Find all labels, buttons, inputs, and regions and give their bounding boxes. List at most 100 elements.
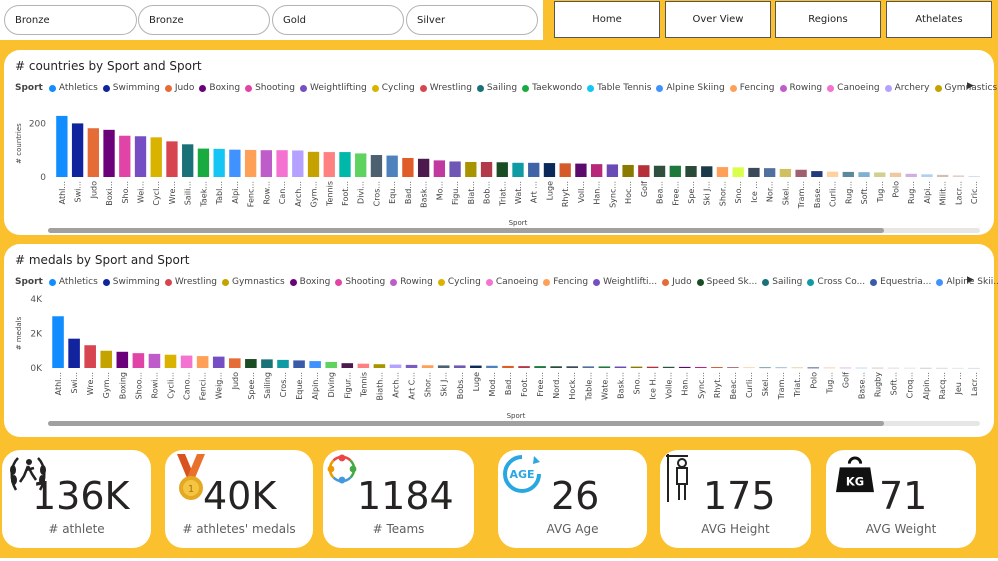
nav-home-button[interactable]: Home [554, 1, 660, 38]
bar[interactable] [858, 172, 870, 177]
bar[interactable] [116, 351, 129, 368]
bar[interactable] [559, 163, 571, 177]
bar[interactable] [968, 175, 980, 177]
nav-regions-button[interactable]: Regions [775, 1, 881, 38]
bar[interactable] [52, 316, 64, 368]
bar[interactable] [919, 367, 932, 369]
bar[interactable] [68, 338, 80, 368]
bar[interactable] [212, 356, 225, 368]
bar[interactable] [662, 366, 675, 368]
bar[interactable] [480, 161, 493, 177]
bar[interactable] [449, 161, 461, 177]
bar[interactable] [323, 152, 335, 177]
bar[interactable] [433, 160, 446, 177]
bar[interactable] [134, 136, 147, 177]
bar[interactable] [823, 367, 836, 369]
slicer-1[interactable]: Bronze [4, 5, 137, 35]
bar[interactable] [417, 158, 430, 177]
bar[interactable] [779, 168, 792, 177]
bar[interactable] [528, 162, 540, 177]
bar[interactable] [465, 161, 477, 177]
bar[interactable] [653, 165, 666, 177]
slicer-2[interactable]: Bronze [138, 5, 270, 35]
bar[interactable] [196, 356, 209, 368]
bar[interactable] [716, 167, 729, 177]
bar[interactable] [638, 165, 650, 177]
bar[interactable] [952, 175, 965, 177]
bar[interactable] [84, 345, 96, 368]
bar[interactable] [598, 366, 611, 368]
bar[interactable] [293, 360, 305, 368]
bar[interactable] [711, 367, 723, 368]
bar[interactable] [486, 365, 498, 368]
bar[interactable] [887, 367, 900, 369]
bar[interactable] [874, 172, 886, 177]
bar[interactable] [373, 364, 386, 368]
bar[interactable] [811, 171, 823, 177]
bar[interactable] [100, 350, 113, 368]
bar[interactable] [937, 174, 949, 177]
bar[interactable] [775, 367, 787, 369]
bar[interactable] [743, 367, 755, 369]
bar[interactable] [534, 366, 546, 368]
bar[interactable] [339, 152, 351, 177]
bar[interactable] [903, 367, 916, 369]
bar[interactable] [386, 155, 398, 177]
bar[interactable] [357, 363, 370, 368]
bar[interactable] [795, 169, 807, 177]
bar[interactable] [763, 168, 776, 177]
bar[interactable] [132, 353, 145, 368]
bar[interactable] [701, 166, 713, 177]
bar[interactable] [807, 367, 820, 369]
bar[interactable] [166, 141, 178, 177]
bar[interactable] [759, 367, 771, 369]
bar[interactable] [727, 367, 739, 368]
bar[interactable] [453, 365, 466, 368]
bar[interactable] [180, 355, 193, 368]
bar[interactable] [952, 367, 964, 369]
bar[interactable] [87, 128, 99, 177]
bar[interactable] [470, 365, 482, 368]
bar[interactable] [791, 367, 803, 369]
bar[interactable] [309, 361, 321, 368]
bar[interactable] [748, 167, 760, 177]
bar[interactable] [370, 155, 383, 177]
bar[interactable] [277, 359, 289, 368]
bar[interactable] [685, 166, 697, 177]
bar[interactable] [826, 171, 839, 177]
bar[interactable] [921, 174, 933, 177]
bar[interactable] [889, 172, 902, 177]
bar[interactable] [355, 153, 367, 177]
bar[interactable] [276, 150, 288, 177]
bar[interactable] [606, 164, 619, 177]
bar[interactable] [968, 367, 980, 369]
bar[interactable] [164, 354, 177, 368]
bar[interactable] [261, 359, 273, 368]
bar[interactable] [678, 366, 691, 368]
bar[interactable] [512, 162, 524, 177]
bar[interactable] [732, 167, 744, 177]
bar[interactable] [550, 366, 562, 368]
bar[interactable] [119, 135, 131, 177]
bar[interactable] [437, 365, 450, 368]
bar[interactable] [566, 366, 579, 368]
bar[interactable] [182, 144, 194, 177]
bar[interactable] [614, 366, 627, 368]
bar[interactable] [421, 365, 434, 368]
bar[interactable] [936, 367, 948, 369]
bar[interactable] [502, 365, 514, 368]
bar[interactable] [646, 366, 659, 368]
bar[interactable] [292, 150, 304, 177]
slicer-4[interactable]: Silver [406, 5, 538, 35]
nav-athletes-button[interactable]: Athelates [886, 1, 992, 38]
bar[interactable] [213, 148, 225, 177]
bar[interactable] [229, 358, 241, 368]
bar[interactable] [518, 366, 530, 368]
bar[interactable] [871, 367, 884, 369]
scrollbar-thumb[interactable] [48, 228, 884, 233]
bar[interactable] [245, 359, 257, 368]
bar[interactable] [695, 366, 707, 368]
bar[interactable] [341, 363, 354, 368]
nav-overview-button[interactable]: Over View [665, 1, 771, 38]
bar[interactable] [150, 137, 162, 177]
